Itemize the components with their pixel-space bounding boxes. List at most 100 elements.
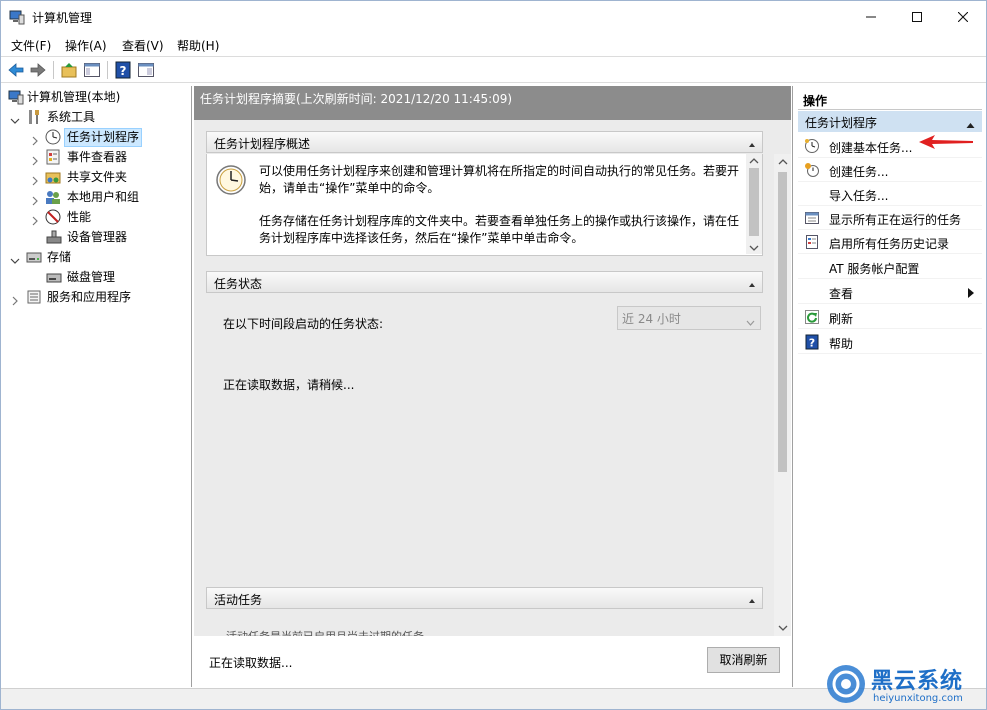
tree-item-task-scheduler[interactable]: 任务计划程序 [30, 127, 186, 147]
maximize-button[interactable] [894, 1, 940, 33]
action-create-task[interactable]: 创建任务... [798, 158, 982, 182]
actions-group-label: 任务计划程序 [805, 116, 878, 130]
navigation-tree: 计算机管理(本地) 系统工具 任务计划程序 事件查看器 共享文件夹 本地用户和组… [2, 86, 192, 687]
tree-label: 设备管理器 [67, 230, 128, 244]
chevron-down-icon[interactable] [10, 112, 20, 124]
section-title: 任务状态 [214, 277, 263, 291]
time-period-value: 近 24 小时 [622, 312, 681, 326]
tools-icon [26, 109, 42, 125]
action-import-task[interactable]: 导入任务... [798, 182, 982, 206]
summary-footer: 正在读取数据... 取消刷新 [194, 636, 791, 687]
svg-text:?: ? [809, 337, 815, 350]
chevron-down-icon [746, 315, 755, 326]
action-enable-task-history[interactable]: 启用所有任务历史记录 [798, 230, 982, 254]
menu-view[interactable]: 查看(V) [122, 37, 164, 54]
computer-management-window: 计算机管理 文件(F) 操作(A) 查看(V) 帮助(H) ? 计算机管理(本地… [0, 0, 987, 710]
forward-arrow-icon[interactable] [29, 61, 47, 79]
overview-scrollbar[interactable] [746, 154, 762, 254]
tree-item-system-tools[interactable]: 系统工具 [10, 107, 186, 127]
active-tasks-description: 活动任务是当前已启用且尚未过期的任务。 [226, 628, 435, 636]
tree-label: 事件查看器 [67, 150, 128, 164]
menu-bar: 文件(F) 操作(A) 查看(V) 帮助(H) [1, 34, 986, 56]
menu-help[interactable]: 帮助(H) [177, 37, 219, 54]
chevron-right-icon[interactable] [30, 132, 40, 146]
submenu-arrow-icon [968, 287, 974, 298]
task-status-loading-text: 正在读取数据，请稍候... [223, 378, 355, 392]
actions-pane: 操作 任务计划程序 创建基本任务... 创建任务... 导入任务... 显示所有… [796, 86, 986, 687]
collapse-caret-icon[interactable] [748, 278, 756, 287]
disk-icon [46, 269, 62, 285]
overview-section-body: 可以使用任务计划程序来创建和管理计算机将在所指定的时间自动执行的常见任务。若要开… [206, 154, 763, 256]
toolbar-separator [107, 61, 108, 79]
actions-header: 操作 [798, 88, 982, 110]
minimize-button[interactable] [848, 1, 894, 33]
services-icon [26, 289, 42, 305]
tree-item-performance[interactable]: 性能 [30, 207, 186, 227]
up-folder-icon[interactable] [60, 61, 78, 79]
tree-item-services-apps[interactable]: 服务和应用程序 [10, 287, 186, 307]
menu-action[interactable]: 操作(A) [65, 37, 107, 54]
chevron-right-icon[interactable] [30, 172, 40, 186]
active-tasks-section-header[interactable]: 活动任务 [206, 587, 763, 609]
summary-scroll-thumb[interactable] [778, 172, 787, 472]
action-help[interactable]: ? 帮助 [798, 330, 982, 354]
summary-header: 任务计划程序摘要(上次刷新时间: 2021/12/20 11:45:09) [194, 86, 791, 120]
time-period-select[interactable]: 近 24 小时 [617, 306, 761, 330]
collapse-caret-icon[interactable] [966, 118, 975, 128]
action-view[interactable]: 查看 [798, 280, 982, 304]
action-label: 查看 [829, 287, 854, 301]
computer-management-icon [9, 9, 25, 25]
users-icon [45, 189, 61, 205]
red-arrow-annotation-icon [919, 135, 973, 149]
action-refresh[interactable]: 刷新 [798, 305, 982, 329]
help-icon[interactable]: ? [114, 61, 132, 79]
chevron-right-icon[interactable] [10, 292, 20, 306]
action-label: 显示所有正在运行的任务 [829, 213, 962, 227]
action-at-service-account[interactable]: AT 服务帐户配置 [798, 255, 982, 279]
tree-item-local-users[interactable]: 本地用户和组 [30, 187, 186, 207]
show-hide-tree-icon[interactable] [83, 61, 101, 79]
window-title: 计算机管理 [32, 11, 93, 25]
tree-item-disk-management[interactable]: 磁盘管理 [46, 267, 186, 287]
device-manager-icon [46, 229, 62, 245]
refresh-icon [804, 309, 820, 325]
overview-section-header[interactable]: 任务计划程序概述 [206, 131, 763, 153]
overview-scroll-thumb[interactable] [749, 168, 759, 236]
watermark-name: 黑云系统 [871, 669, 964, 694]
back-arrow-icon[interactable] [7, 61, 25, 79]
chevron-right-icon[interactable] [30, 192, 40, 206]
cancel-refresh-button[interactable]: 取消刷新 [707, 647, 780, 673]
create-basic-task-icon [804, 138, 820, 154]
tree-item-event-viewer[interactable]: 事件查看器 [30, 147, 186, 167]
section-title: 任务计划程序概述 [214, 137, 311, 151]
action-show-running-tasks[interactable]: 显示所有正在运行的任务 [798, 206, 982, 230]
tree-item-device-manager[interactable]: 设备管理器 [46, 227, 186, 247]
tree-label: 性能 [67, 210, 92, 224]
collapse-caret-icon[interactable] [748, 138, 756, 147]
action-pane-icon[interactable] [137, 61, 155, 79]
shared-folder-icon [45, 169, 61, 185]
tree-label: 共享文件夹 [67, 170, 128, 184]
title-bar: 计算机管理 [1, 1, 986, 33]
chevron-right-icon[interactable] [30, 152, 40, 166]
tree-item-root[interactable]: 计算机管理(本地) [6, 87, 186, 107]
overview-paragraph-2: 任务存储在任务计划程序库的文件夹中。若要查看单独任务上的操作或执行该操作，请在任… [259, 214, 740, 245]
menu-file[interactable]: 文件(F) [11, 37, 51, 54]
tree-label: 任务计划程序 [64, 128, 143, 147]
watermark: 黑云系统 heiyunxitong.com [823, 661, 983, 709]
task-status-section-header[interactable]: 任务状态 [206, 271, 763, 293]
tree-item-shared-folders[interactable]: 共享文件夹 [30, 167, 186, 187]
computer-icon [8, 89, 24, 105]
watermark-url: heiyunxitong.com [873, 693, 963, 704]
chevron-down-icon[interactable] [10, 252, 20, 264]
action-label: 创建基本任务... [829, 141, 913, 155]
running-tasks-icon [804, 210, 820, 226]
tree-label: 服务和应用程序 [47, 290, 132, 304]
close-button[interactable] [940, 1, 986, 33]
summary-scrollbar[interactable] [774, 154, 791, 636]
tree-item-storage[interactable]: 存储 [10, 247, 186, 267]
chevron-right-icon[interactable] [30, 212, 40, 226]
collapse-caret-icon[interactable] [748, 594, 756, 603]
actions-group-task-scheduler[interactable]: 任务计划程序 [798, 111, 982, 132]
overview-paragraph-1: 可以使用任务计划程序来创建和管理计算机将在所指定的时间自动执行的常见任务。若要开… [259, 164, 740, 195]
